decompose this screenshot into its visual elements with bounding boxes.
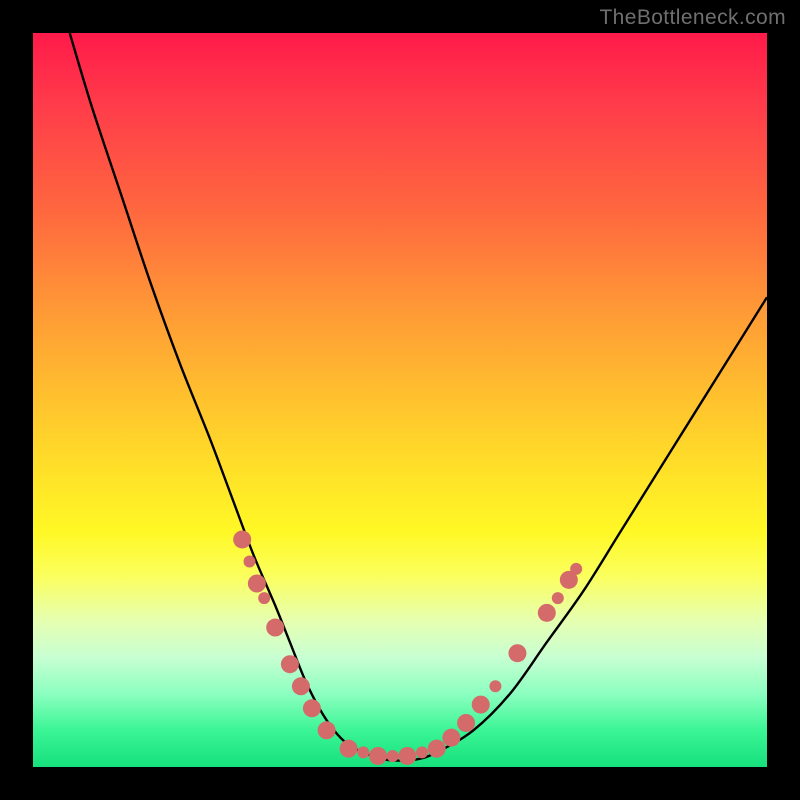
marker-point xyxy=(387,750,399,762)
marker-point xyxy=(369,747,387,765)
marker-point xyxy=(258,592,270,604)
marker-point xyxy=(398,747,416,765)
watermark-text: TheBottleneck.com xyxy=(599,6,786,30)
marker-point xyxy=(248,575,266,593)
marker-point xyxy=(489,680,501,692)
marker-point xyxy=(472,696,490,714)
bottleneck-curve xyxy=(70,33,767,761)
marker-point xyxy=(292,677,310,695)
marker-point xyxy=(416,746,428,758)
marker-point xyxy=(552,592,564,604)
marker-point xyxy=(442,729,460,747)
chart-frame: TheBottleneck.com xyxy=(0,0,800,800)
chart-overlay xyxy=(33,33,767,767)
marker-point xyxy=(570,563,582,575)
marker-point xyxy=(303,699,321,717)
marker-point xyxy=(457,714,475,732)
marker-point xyxy=(244,555,256,567)
marker-point xyxy=(266,619,284,637)
marker-point xyxy=(538,604,556,622)
marker-point xyxy=(281,655,299,673)
highlighted-points xyxy=(233,530,582,765)
chart-plot-area xyxy=(33,33,767,767)
marker-point xyxy=(357,746,369,758)
marker-point xyxy=(318,721,336,739)
marker-point xyxy=(428,740,446,758)
marker-point xyxy=(233,530,251,548)
marker-point xyxy=(508,644,526,662)
marker-point xyxy=(340,740,358,758)
